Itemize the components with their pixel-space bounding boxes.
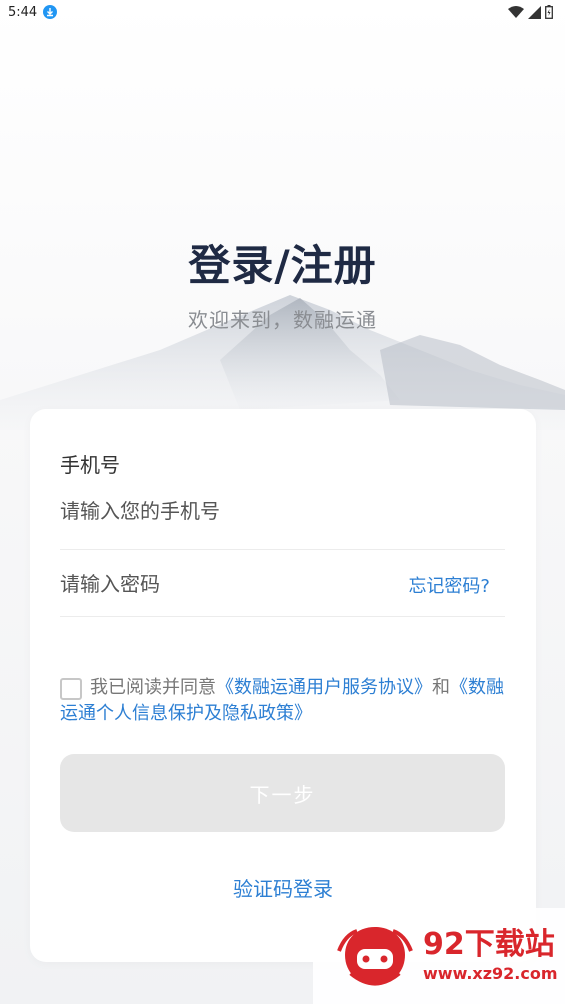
agreement-text: 我已阅读并同意《数融运通用户服务协议》和《数融运通个人信息保护及隐私政策》 bbox=[60, 675, 520, 727]
signal-icon bbox=[528, 5, 541, 19]
wifi-icon bbox=[508, 5, 524, 18]
password-input[interactable] bbox=[60, 564, 360, 604]
watermark: 92下载站 www.xz92.com bbox=[313, 908, 565, 1004]
forgot-password-link[interactable]: 忘记密码? bbox=[408, 572, 490, 598]
page-title: 登录/注册 bbox=[188, 241, 377, 290]
divider bbox=[60, 549, 505, 550]
download-icon bbox=[43, 5, 58, 19]
status-bar: 5:44 bbox=[0, 0, 565, 24]
page-subtitle: 欢迎来到，数融运通 bbox=[188, 308, 377, 332]
login-card: 手机号 忘记密码? 我已阅读并同意《数融运通用户服务协议》和《数融运通个人信息保… bbox=[30, 409, 536, 962]
watermark-url: www.xz92.com bbox=[423, 964, 558, 983]
next-button[interactable]: 下一步 bbox=[60, 754, 505, 832]
login-screen: 5:44 登录/注册 欢迎来到，数融运通 手机号 请输入您的手机号 忘记密码? … bbox=[0, 0, 565, 1004]
watermark-name: 92下载站 bbox=[423, 927, 555, 962]
user-agreement-link[interactable]: 《数融运通用户服务协议》 bbox=[216, 677, 432, 698]
status-time: 5:44 bbox=[8, 4, 38, 20]
battery-icon bbox=[545, 5, 553, 19]
phone-input[interactable] bbox=[60, 491, 505, 531]
status-right bbox=[508, 5, 553, 19]
watermark-text: 92下载站 www.xz92.com bbox=[423, 927, 558, 985]
watermark-logo-icon bbox=[337, 927, 413, 986]
status-left: 5:44 bbox=[8, 4, 58, 20]
agreement-conjunction: 和 bbox=[432, 677, 450, 698]
phone-label: 手机号 bbox=[60, 453, 120, 477]
divider bbox=[60, 616, 505, 617]
sms-login-link[interactable]: 验证码登录 bbox=[30, 873, 536, 902]
agreement-prefix: 我已阅读并同意 bbox=[90, 677, 216, 698]
